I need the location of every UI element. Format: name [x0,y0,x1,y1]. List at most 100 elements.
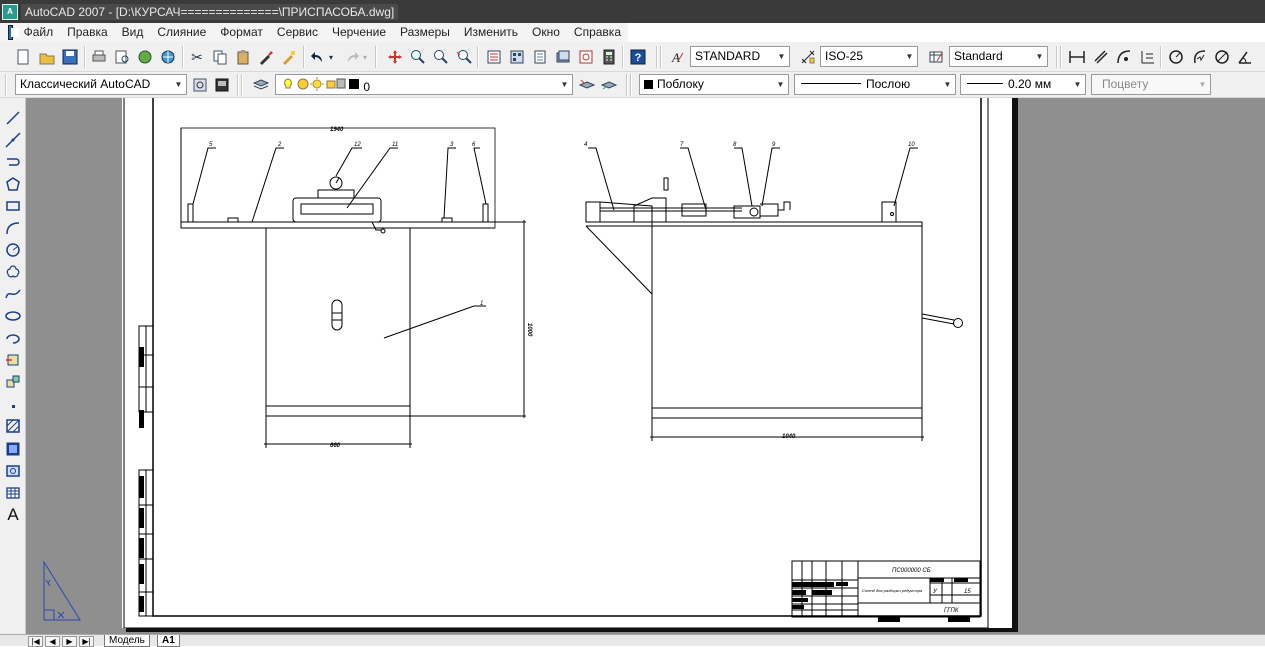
3d-dwf-icon[interactable] [158,47,178,67]
layer-select[interactable]: 0 ▼ [275,74,573,95]
table-style-select[interactable]: Standard ▼ [949,46,1048,67]
title-designation: ПС000000 СБ [892,568,931,574]
menu-view[interactable]: Вид [115,23,151,42]
construction-line-icon[interactable] [3,130,23,150]
line-icon[interactable] [3,108,23,128]
ellipse-arc-icon[interactable] [3,328,23,348]
jogged-dimension-icon[interactable] [1189,47,1209,67]
redo-icon[interactable] [342,47,362,67]
polygon-icon[interactable] [3,174,23,194]
angular-dimension-icon[interactable] [1235,47,1255,67]
workspace-settings-icon[interactable] [190,75,210,95]
table-icon[interactable] [3,483,23,503]
workspace-icon[interactable] [212,75,232,95]
menu-draw[interactable]: Черчение [325,23,393,42]
insert-block-icon[interactable] [3,350,23,370]
lineweight-select[interactable]: 0.20 мм ▼ [960,74,1086,95]
ellipse-icon[interactable] [3,306,23,326]
dim-style-icon[interactable] [798,47,818,67]
calculator-icon[interactable] [599,47,619,67]
leader-6: 6 [472,142,476,148]
zoom-realtime-icon[interactable] [408,47,428,67]
match-properties-icon[interactable] [256,47,276,67]
arc-length-icon[interactable] [1114,47,1134,67]
revision-cloud-icon[interactable] [3,262,23,282]
document-icon[interactable] [8,25,19,40]
markup-set-icon[interactable] [576,47,596,67]
multiline-text-icon[interactable]: A [3,505,23,525]
gradient-icon[interactable] [3,439,23,459]
drawing-area[interactable]: 1940 660 1000 1 2 3 5 6 11 12 4 7 8 9 10… [26,98,1265,634]
copy-icon[interactable] [210,47,230,67]
region-icon[interactable] [3,461,23,481]
hatch-icon[interactable] [3,416,23,436]
linetype-select[interactable]: Послою ▼ [794,74,956,95]
polyline-icon[interactable] [3,152,23,172]
ordinate-dimension-icon[interactable] [1137,47,1157,67]
menu-merge[interactable]: Слияние [150,23,213,42]
menu-format[interactable]: Формат [213,23,270,42]
chevron-down-icon: ▼ [943,80,952,89]
rectangle-icon[interactable] [3,196,23,216]
tool-palettes-icon[interactable] [530,47,550,67]
menu-modify[interactable]: Изменить [457,23,525,42]
properties-icon[interactable] [484,47,504,67]
text-style-icon[interactable]: A [667,47,687,67]
first-tab-icon[interactable]: |◀ [28,636,43,647]
save-icon[interactable] [60,47,80,67]
linear-dimension-icon[interactable] [1067,47,1087,67]
menu-file[interactable]: Файл [17,23,61,42]
menu-help[interactable]: Справка [567,23,628,42]
autocad-icon[interactable]: A [2,3,18,20]
radius-dimension-icon[interactable] [1166,47,1186,67]
title-org: ГГПК [944,608,959,614]
help-icon[interactable]: ? [628,47,648,67]
make-block-icon[interactable] [3,372,23,392]
aligned-dimension-icon[interactable] [1091,47,1111,67]
undo-dropdown-icon[interactable]: ▾ [326,47,336,67]
zoom-previous-icon[interactable] [454,47,474,67]
print-icon[interactable] [89,47,109,67]
plot-preview-icon[interactable] [112,47,132,67]
table-style-icon[interactable] [926,47,946,67]
zoom-window-icon[interactable] [431,47,451,67]
tab-model[interactable]: Модель [104,635,150,647]
menu-tools[interactable]: Сервис [270,23,325,42]
cut-icon[interactable]: ✂ [187,47,207,67]
menu-edit[interactable]: Правка [60,23,115,42]
tab-layout-a1[interactable]: A1 [157,635,180,647]
separator [1160,46,1162,68]
layer-previous-icon[interactable] [599,75,619,95]
spline-icon[interactable] [3,284,23,304]
prev-tab-icon[interactable]: ◀ [45,636,60,647]
block-editor-icon[interactable] [279,47,299,67]
plotstyle-select[interactable]: Поцвету ▼ [1091,74,1211,95]
undo-icon[interactable] [308,47,328,67]
new-icon[interactable] [13,47,33,67]
lineweight-preview [967,83,1003,84]
open-icon[interactable] [37,47,57,67]
layer-properties-icon[interactable] [251,75,271,95]
menu-dimension[interactable]: Размеры [393,23,457,42]
leader-10: 10 [908,142,915,148]
last-tab-icon[interactable]: ▶| [79,636,94,647]
circle-icon[interactable] [3,240,23,260]
separator [626,74,628,96]
dim-style-select[interactable]: ISO-25 ▼ [820,46,918,67]
pan-icon[interactable] [385,47,405,67]
make-current-layer-icon[interactable] [577,75,597,95]
color-swatch [644,80,653,89]
workspace-select[interactable]: Классический AutoCAD ▼ [15,74,187,95]
arc-icon[interactable] [3,218,23,238]
color-select[interactable]: Поблоку ▼ [639,74,789,95]
publish-icon[interactable] [135,47,155,67]
sheet-set-icon[interactable] [553,47,573,67]
text-style-select[interactable]: STANDARD ▼ [690,46,790,67]
redo-dropdown-icon[interactable]: ▾ [360,47,370,67]
next-tab-icon[interactable]: ▶ [62,636,77,647]
point-icon[interactable] [3,396,23,416]
menu-window[interactable]: Окно [525,23,567,42]
diameter-dimension-icon[interactable] [1212,47,1232,67]
paste-icon[interactable] [233,47,253,67]
design-center-icon[interactable] [507,47,527,67]
